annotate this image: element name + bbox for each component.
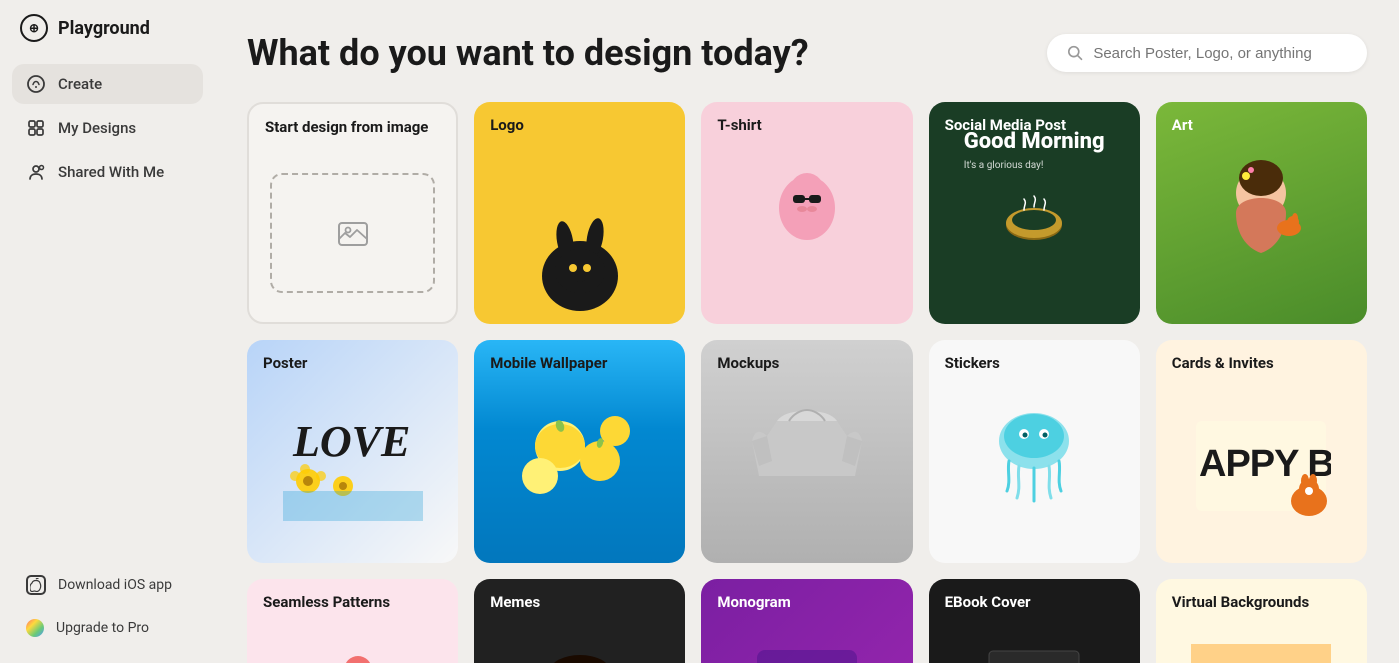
card-tshirt[interactable]: T-shirt: [701, 102, 912, 324]
search-icon: [1067, 44, 1083, 62]
download-ios-button[interactable]: Download iOS app: [12, 565, 203, 605]
card-label-ebook: EBook Cover: [945, 593, 1031, 611]
card-memes[interactable]: Memes SLAY: [474, 579, 685, 663]
bowl-icon: [994, 185, 1074, 245]
pro-icon: [26, 619, 44, 637]
shared-icon: [26, 162, 46, 182]
card-label-art: Art: [1172, 116, 1193, 134]
upload-placeholder: [249, 104, 456, 322]
svg-text:A: A: [757, 656, 822, 663]
my-designs-icon: [26, 118, 46, 138]
create-icon: [26, 74, 46, 94]
main-header: What do you want to design today?: [247, 32, 1367, 74]
download-ios-label: Download iOS app: [58, 577, 172, 593]
card-social-media[interactable]: Social Media Post Good Morning It's a gl…: [929, 102, 1140, 324]
svg-text:LOVE: LOVE: [292, 417, 410, 466]
card-mockups[interactable]: Mockups: [701, 340, 912, 562]
tshirt-illustration: [747, 153, 867, 273]
card-stickers[interactable]: Stickers: [929, 340, 1140, 562]
halloween-illustration: [1191, 644, 1331, 663]
cards-grid: Start design from image Logo: [247, 102, 1367, 663]
search-input[interactable]: [1093, 45, 1347, 62]
sidebar: ⊕ Playground Create: [0, 0, 215, 663]
sidebar-item-label-create: Create: [58, 75, 102, 93]
dashed-upload-box: [270, 173, 436, 293]
sidebar-nav: Create My Designs Shared: [12, 64, 203, 549]
image-upload-icon: [335, 215, 371, 251]
card-label-seamless: Seamless Patterns: [263, 593, 390, 611]
card-label-mobile: Mobile Wallpaper: [490, 354, 607, 372]
page-title: What do you want to design today?: [247, 32, 809, 74]
card-art[interactable]: Art: [1156, 102, 1367, 324]
card-seamless-patterns[interactable]: Seamless Patterns: [247, 579, 458, 663]
card-ebook[interactable]: EBook Cover LATE NIGHT POEMS BY DANILA: [929, 579, 1140, 663]
card-label-poster: Poster: [263, 354, 307, 372]
gm-subtitle: It's a glorious day!: [964, 160, 1105, 171]
card-label-cards-invites: Cards & Invites: [1172, 354, 1274, 372]
upgrade-pro-button[interactable]: Upgrade to Pro: [12, 609, 203, 647]
sidebar-item-my-designs[interactable]: My Designs: [12, 108, 203, 148]
sidebar-item-label-shared: Shared With Me: [58, 163, 164, 181]
mockup-illustration: [747, 386, 867, 516]
app-name: Playground: [58, 18, 150, 39]
art-illustration: [1201, 148, 1321, 278]
card-cards-invites[interactable]: Cards & Invites APPY BIRTHD: [1156, 340, 1367, 562]
stickers-illustration: [969, 386, 1099, 516]
memes-illustration: SLAY: [525, 649, 635, 663]
ios-icon: [26, 575, 46, 595]
card-poster[interactable]: Poster LOVE: [247, 340, 458, 562]
card-label-monogram: Monogram: [717, 593, 790, 611]
upgrade-pro-label: Upgrade to Pro: [56, 620, 149, 636]
card-logo[interactable]: Logo: [474, 102, 685, 324]
search-bar[interactable]: [1047, 34, 1367, 72]
sidebar-item-shared[interactable]: Shared With Me: [12, 152, 203, 192]
logo-icon: ⊕: [20, 14, 48, 42]
card-label-tshirt: T-shirt: [717, 116, 761, 134]
gm-card-content: Good Morning It's a glorious day!: [948, 114, 1121, 312]
sidebar-bottom: Download iOS app Upgrade to Pro: [12, 549, 203, 663]
card-virtual-bg[interactable]: Virtual Backgrounds: [1156, 579, 1367, 663]
app-logo: ⊕ Playground: [12, 0, 203, 56]
card-start-image[interactable]: Start design from image: [247, 102, 458, 324]
card-label-mockups: Mockups: [717, 354, 779, 372]
monogram-illustration: A: [747, 640, 867, 663]
card-monogram[interactable]: Monogram A: [701, 579, 912, 663]
sidebar-item-label-my-designs: My Designs: [58, 119, 136, 137]
wallpaper-illustration: [510, 386, 650, 516]
floral-pattern-illustration: [283, 625, 423, 663]
card-label-memes: Memes: [490, 593, 540, 611]
card-label-start-image: Start design from image: [265, 118, 428, 136]
logo-card-illustration: [515, 186, 645, 316]
ebook-illustration: LATE NIGHT POEMS BY DANILA: [984, 646, 1084, 663]
birthday-card-illustration: APPY BIRTHD: [1191, 411, 1331, 521]
card-label-virtual-bg: Virtual Backgrounds: [1172, 593, 1309, 611]
card-label-social: Social Media Post: [945, 116, 1066, 134]
card-mobile-wallpaper[interactable]: Mobile Wallpaper: [474, 340, 685, 562]
main-content: What do you want to design today? Start …: [215, 0, 1399, 663]
card-label-logo: Logo: [490, 116, 524, 134]
sidebar-item-create[interactable]: Create: [12, 64, 203, 104]
poster-illustration: LOVE: [283, 381, 423, 521]
card-label-stickers: Stickers: [945, 354, 1000, 372]
